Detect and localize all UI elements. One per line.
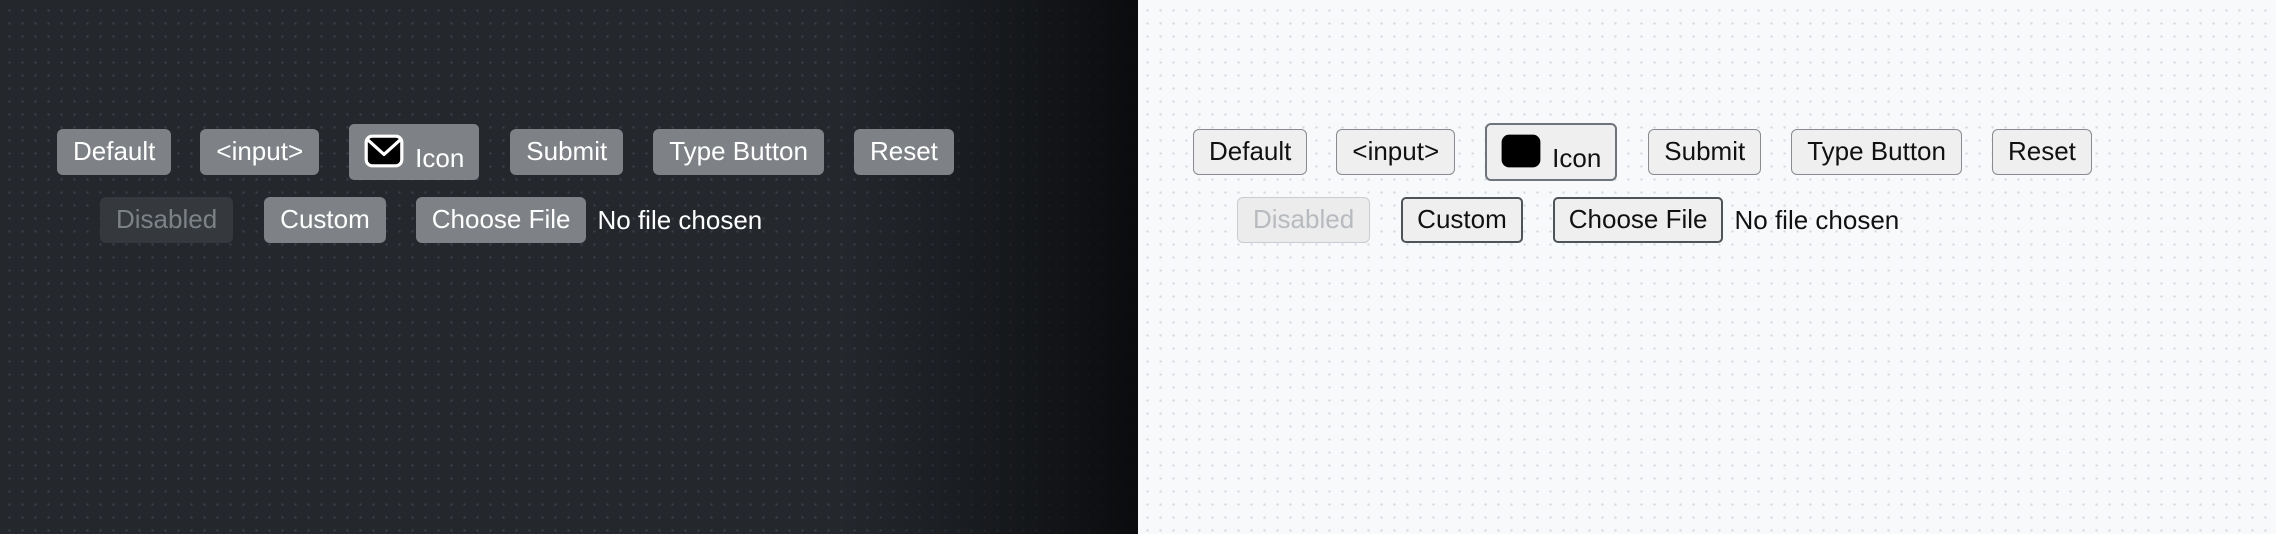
default-button-light[interactable]: Default <box>1193 129 1308 175</box>
custom-button-dark[interactable]: Custom <box>264 197 386 243</box>
reset-button-light[interactable]: Reset <box>1991 129 2092 175</box>
submit-button-light[interactable]: Submit <box>1648 129 1762 175</box>
input-button-dark[interactable]: <input> <box>200 129 320 175</box>
disabled-button-dark: Disabled <box>100 197 234 243</box>
choose-file-button-dark[interactable]: Choose File <box>415 197 587 243</box>
submit-button-dark[interactable]: Submit <box>510 129 624 175</box>
file-input-light[interactable]: Choose File No file chosen <box>1552 197 1900 243</box>
type-button-dark[interactable]: Type Button <box>653 129 824 175</box>
custom-button-light[interactable]: Custom <box>1401 197 1523 243</box>
input-button-light[interactable]: <input> <box>1336 129 1456 175</box>
light-button-row-secondary: Disabled Custom Choose File No file chos… <box>1138 186 2276 254</box>
icon-button-content-light: Icon <box>1501 134 1602 173</box>
dark-theme-panel: Default <input> Icon Submit Type Button … <box>0 0 1138 534</box>
dark-button-row-primary: Default <input> Icon Submit Type Button … <box>0 118 1138 186</box>
light-button-row-primary: Default <input> Icon Submit Type Button … <box>1138 118 2276 186</box>
icon-button-content-dark: Icon <box>364 134 465 173</box>
light-theme-panel: Default <input> Icon Submit Type Button … <box>1138 0 2276 534</box>
button-showcase-stage: Default <input> Icon Submit Type Button … <box>0 0 2276 534</box>
light-theme-rows: Default <input> Icon Submit Type Button … <box>1138 0 2276 254</box>
choose-file-button-light[interactable]: Choose File <box>1552 197 1724 243</box>
reset-button-dark[interactable]: Reset <box>853 129 954 175</box>
dark-button-row-secondary: Disabled Custom Choose File No file chos… <box>0 186 1138 254</box>
disabled-button-light: Disabled <box>1237 197 1371 243</box>
icon-button-dark[interactable]: Icon <box>349 124 480 180</box>
envelope-icon <box>1501 134 1541 168</box>
file-input-dark[interactable]: Choose File No file chosen <box>415 197 763 243</box>
default-button-dark[interactable]: Default <box>57 129 172 175</box>
dark-theme-rows: Default <input> Icon Submit Type Button … <box>0 0 1138 254</box>
icon-button-label-dark: Icon <box>415 143 465 173</box>
envelope-icon <box>364 134 404 168</box>
file-status-text-light: No file chosen <box>1734 205 1900 235</box>
icon-button-label-light: Icon <box>1552 143 1602 173</box>
type-button-light[interactable]: Type Button <box>1791 129 1962 175</box>
icon-button-light[interactable]: Icon <box>1485 123 1618 181</box>
file-status-text-dark: No file chosen <box>597 205 763 235</box>
